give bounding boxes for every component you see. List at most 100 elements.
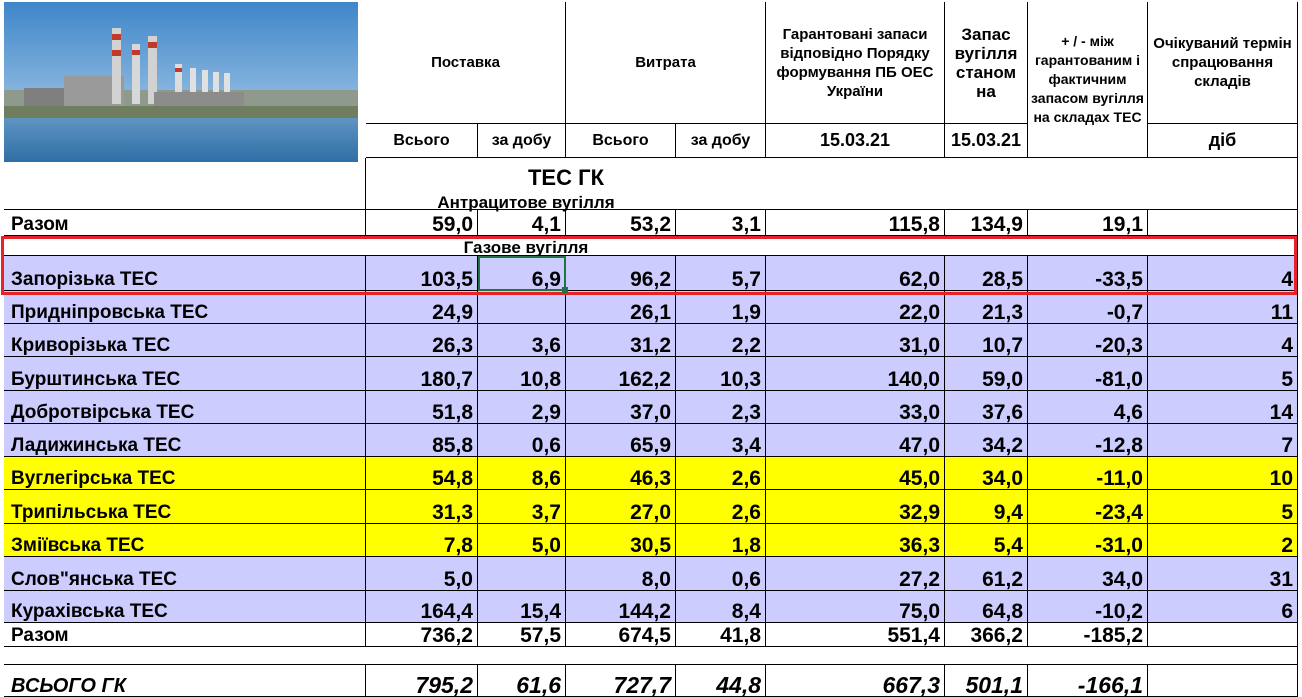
plant-row-7-col-7[interactable]: -11,0 xyxy=(1028,457,1148,490)
plant-row-4[interactable]: Бурштинська ТЕС xyxy=(4,357,366,391)
anthracite-total-row-col-7[interactable]: 19,1 xyxy=(1028,210,1148,236)
grand-total-row-col-6[interactable]: 501,1 xyxy=(945,665,1028,697)
plant-row-8-col-3[interactable]: 27,0 xyxy=(566,490,676,524)
plant-row-11-col-8[interactable]: 6 xyxy=(1148,591,1298,623)
plant-row-6-col-5[interactable]: 47,0 xyxy=(766,424,945,457)
anthracite-total-row-col-1[interactable]: 59,0 xyxy=(366,210,478,236)
plant-row-11-col-3[interactable]: 144,2 xyxy=(566,591,676,623)
plant-row-3-col-3[interactable]: 31,2 xyxy=(566,324,676,357)
plant-row-8-col-2[interactable]: 3,7 xyxy=(478,490,566,524)
plant-row-4-col-3[interactable]: 162,2 xyxy=(566,357,676,391)
plant-row-10-col-2[interactable] xyxy=(478,557,566,591)
plant-row-5-col-3[interactable]: 37,0 xyxy=(566,391,676,424)
plant-row-4-col-4[interactable]: 10,3 xyxy=(676,357,766,391)
plant-row-9-col-1[interactable]: 7,8 xyxy=(366,524,478,557)
plant-row-11[interactable]: Курахівська ТЕС xyxy=(4,591,366,623)
plant-row-10-col-8[interactable]: 31 xyxy=(1148,557,1298,591)
anthracite-total-row-col-8[interactable] xyxy=(1148,210,1298,236)
anthracite-total-row-col-5[interactable]: 115,8 xyxy=(766,210,945,236)
plant-row-6-col-7[interactable]: -12,8 xyxy=(1028,424,1148,457)
plant-row-9-col-7[interactable]: -31,0 xyxy=(1028,524,1148,557)
plant-row-6-col-3[interactable]: 65,9 xyxy=(566,424,676,457)
plant-row-10-col-5[interactable]: 27,2 xyxy=(766,557,945,591)
plant-row-6-col-6[interactable]: 34,2 xyxy=(945,424,1028,457)
plant-row-6[interactable]: Ладижинська ТЕС xyxy=(4,424,366,457)
plant-row-5-col-8[interactable]: 14 xyxy=(1148,391,1298,424)
plant-row-8-col-8[interactable]: 5 xyxy=(1148,490,1298,524)
plant-row-3[interactable]: Криворізька ТЕС xyxy=(4,324,366,357)
anthracite-total-row[interactable]: Разом xyxy=(4,210,366,236)
plant-row-9-col-3[interactable]: 30,5 xyxy=(566,524,676,557)
plant-row-5-col-2[interactable]: 2,9 xyxy=(478,391,566,424)
plant-row-3-col-2[interactable]: 3,6 xyxy=(478,324,566,357)
plant-row-7-col-5[interactable]: 45,0 xyxy=(766,457,945,490)
plant-row-7-col-4[interactable]: 2,6 xyxy=(676,457,766,490)
plant-row-7-col-1[interactable]: 54,8 xyxy=(366,457,478,490)
plant-row-6-col-1[interactable]: 85,8 xyxy=(366,424,478,457)
plant-row-10-col-4[interactable]: 0,6 xyxy=(676,557,766,591)
grand-total-row-col-7[interactable]: -166,1 xyxy=(1028,665,1148,697)
plant-row-5-col-1[interactable]: 51,8 xyxy=(366,391,478,424)
plant-row-10[interactable]: Слов"янська ТЕС xyxy=(4,557,366,591)
anthracite-total-row-col-6[interactable]: 134,9 xyxy=(945,210,1028,236)
plant-row-2-col-2[interactable] xyxy=(478,291,566,324)
plant-row-10-col-7[interactable]: 34,0 xyxy=(1028,557,1148,591)
plant-row-7-col-8[interactable]: 10 xyxy=(1148,457,1298,490)
plant-row-8-col-7[interactable]: -23,4 xyxy=(1028,490,1148,524)
plant-row-6-col-4[interactable]: 3,4 xyxy=(676,424,766,457)
plant-row-9-col-2[interactable]: 5,0 xyxy=(478,524,566,557)
plant-row-2-col-1[interactable]: 24,9 xyxy=(366,291,478,324)
plant-row-3-col-4[interactable]: 2,2 xyxy=(676,324,766,357)
plant-row-1-col-5[interactable]: 62,0 xyxy=(766,256,945,291)
gas-total-row-col-2[interactable]: 57,5 xyxy=(478,623,566,647)
plant-row-1-col-8[interactable]: 4 xyxy=(1148,256,1298,291)
plant-row-3-col-7[interactable]: -20,3 xyxy=(1028,324,1148,357)
plant-row-6-col-8[interactable]: 7 xyxy=(1148,424,1298,457)
grand-total-row-col-3[interactable]: 727,7 xyxy=(566,665,676,697)
plant-row-11-col-6[interactable]: 64,8 xyxy=(945,591,1028,623)
plant-row-11-col-5[interactable]: 75,0 xyxy=(766,591,945,623)
grand-total-row-col-2[interactable]: 61,6 xyxy=(478,665,566,697)
plant-row-1-col-1[interactable]: 103,5 xyxy=(366,256,478,291)
plant-row-3-col-6[interactable]: 10,7 xyxy=(945,324,1028,357)
plant-row-4-col-5[interactable]: 140,0 xyxy=(766,357,945,391)
plant-row-9-col-6[interactable]: 5,4 xyxy=(945,524,1028,557)
plant-row-1-col-7[interactable]: -33,5 xyxy=(1028,256,1148,291)
anthracite-total-row-col-3[interactable]: 53,2 xyxy=(566,210,676,236)
plant-row-6-col-2[interactable]: 0,6 xyxy=(478,424,566,457)
plant-row-7[interactable]: Вуглегірська ТЕС xyxy=(4,457,366,490)
plant-row-2-col-7[interactable]: -0,7 xyxy=(1028,291,1148,324)
plant-row-5-col-7[interactable]: 4,6 xyxy=(1028,391,1148,424)
plant-row-7-col-3[interactable]: 46,3 xyxy=(566,457,676,490)
plant-row-10-col-1[interactable]: 5,0 xyxy=(366,557,478,591)
plant-row-3-col-1[interactable]: 26,3 xyxy=(366,324,478,357)
plant-row-2-col-4[interactable]: 1,9 xyxy=(676,291,766,324)
plant-row-8-col-5[interactable]: 32,9 xyxy=(766,490,945,524)
gas-total-row-col-5[interactable]: 551,4 xyxy=(766,623,945,647)
gas-total-row-col-4[interactable]: 41,8 xyxy=(676,623,766,647)
plant-row-1[interactable]: Запорізька ТЕС xyxy=(4,256,366,291)
plant-row-1-col-2[interactable]: 6,9 xyxy=(478,256,566,291)
gas-total-row-col-3[interactable]: 674,5 xyxy=(566,623,676,647)
plant-row-5-col-6[interactable]: 37,6 xyxy=(945,391,1028,424)
gas-total-row-col-1[interactable]: 736,2 xyxy=(366,623,478,647)
plant-row-9-col-8[interactable]: 2 xyxy=(1148,524,1298,557)
plant-row-9-col-4[interactable]: 1,8 xyxy=(676,524,766,557)
plant-row-11-col-1[interactable]: 164,4 xyxy=(366,591,478,623)
plant-row-2-col-6[interactable]: 21,3 xyxy=(945,291,1028,324)
plant-row-5-col-5[interactable]: 33,0 xyxy=(766,391,945,424)
plant-row-11-col-2[interactable]: 15,4 xyxy=(478,591,566,623)
plant-row-4-col-1[interactable]: 180,7 xyxy=(366,357,478,391)
plant-row-4-col-2[interactable]: 10,8 xyxy=(478,357,566,391)
plant-row-9[interactable]: Зміївська ТЕС xyxy=(4,524,366,557)
anthracite-total-row-col-4[interactable]: 3,1 xyxy=(676,210,766,236)
plant-row-2-col-5[interactable]: 22,0 xyxy=(766,291,945,324)
grand-total-row-col-5[interactable]: 667,3 xyxy=(766,665,945,697)
plant-row-2[interactable]: Придніпровська ТЕС xyxy=(4,291,366,324)
fill-handle[interactable] xyxy=(562,287,568,293)
plant-row-1-col-6[interactable]: 28,5 xyxy=(945,256,1028,291)
plant-row-11-col-7[interactable]: -10,2 xyxy=(1028,591,1148,623)
plant-row-2-col-3[interactable]: 26,1 xyxy=(566,291,676,324)
plant-row-5[interactable]: Добротвірська ТЕС xyxy=(4,391,366,424)
plant-row-4-col-7[interactable]: -81,0 xyxy=(1028,357,1148,391)
